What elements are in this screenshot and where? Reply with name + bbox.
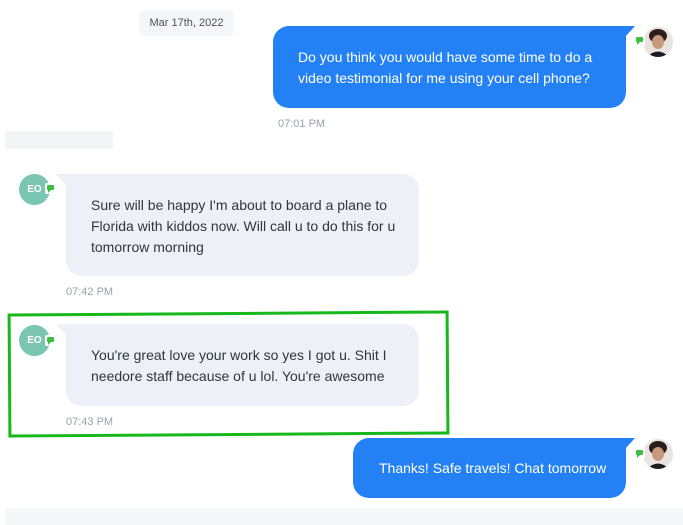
message-text: Thanks! Safe travels! Chat tomorrow — [379, 460, 607, 476]
message-timestamp: 07:42 PM — [66, 286, 114, 298]
message-bubble-incoming[interactable]: You're great love your work so yes I got… — [56, 324, 419, 406]
divider-strip — [5, 131, 113, 149]
user-avatar-photo[interactable] — [643, 439, 673, 469]
message-text: Sure will be happy I'm about to board a … — [91, 197, 396, 255]
sms-channel-icon — [634, 448, 645, 459]
message-bubble-outgoing[interactable]: Thanks! Safe travels! Chat tomorrow — [353, 438, 635, 498]
sms-channel-icon — [634, 35, 645, 46]
sms-channel-icon — [45, 183, 56, 194]
user-photo-icon — [643, 439, 673, 469]
user-avatar-photo[interactable] — [643, 27, 673, 57]
sms-channel-icon — [45, 335, 56, 346]
message-bubble-incoming[interactable]: Sure will be happy I'm about to board a … — [56, 174, 419, 276]
message-text: Do you think you would have some time to… — [298, 49, 593, 86]
date-separator: Mar 17th, 2022 — [139, 10, 234, 36]
message-timestamp: 07:43 PM — [66, 416, 114, 428]
message-timestamp: 07:01 PM — [278, 118, 326, 130]
composer-strip — [5, 508, 683, 525]
message-text: You're great love your work so yes I got… — [91, 347, 387, 384]
message-bubble-outgoing[interactable]: Do you think you would have some time to… — [273, 26, 635, 108]
user-photo-icon — [643, 27, 673, 57]
